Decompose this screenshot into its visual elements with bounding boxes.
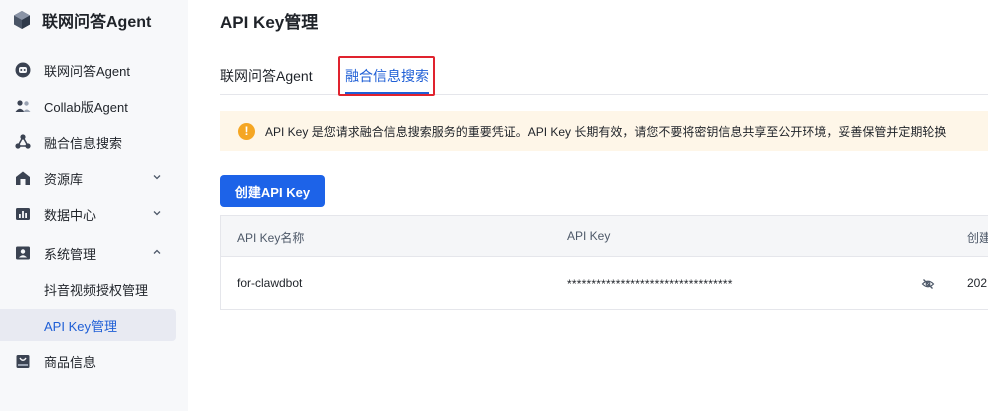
warning-icon: !: [238, 122, 255, 140]
table-header: API Key名称 API Key 创建: [221, 216, 988, 257]
notice-text: API Key 是您请求融合信息搜索服务的重要凭证。API Key 长期有效，请…: [265, 124, 947, 139]
tab-bar: 联网问答Agent 融合信息搜索: [220, 56, 988, 96]
nodes-icon: [14, 133, 32, 151]
chevron-down-icon: [153, 175, 161, 180]
chevron-up-icon: [153, 249, 161, 254]
tab-fusion-search[interactable]: 融合信息搜索: [345, 66, 429, 86]
sidebar-item-product-info[interactable]: 商品信息: [0, 345, 176, 377]
create-api-key-button[interactable]: 创建API Key: [220, 175, 325, 207]
api-key-table: API Key名称 API Key 创建 for-clawdbot ******…: [220, 215, 988, 310]
chevron-down-icon: [153, 211, 161, 216]
sidebar-item-label: Collab版Agent: [44, 99, 128, 115]
created-time: 202: [967, 276, 988, 290]
api-key-name: for-clawdbot: [237, 276, 303, 290]
logo-icon: [14, 11, 30, 29]
active-tab-indicator: [345, 92, 429, 94]
sidebar-item-resource-library[interactable]: 资源库: [0, 162, 176, 194]
sidebar-item-label: 资源库: [44, 171, 84, 187]
id-card-icon: [14, 244, 32, 262]
sidebar-item-label: 联网问答Agent: [44, 63, 130, 79]
sidebar-item-system-management[interactable]: 系统管理: [0, 237, 176, 269]
sidebar-item-fusion-search[interactable]: 融合信息搜索: [0, 126, 176, 158]
brand-name: 联网问答Agent: [42, 14, 152, 31]
sidebar-item-data-center[interactable]: 数据中心: [0, 198, 176, 230]
eye-off-icon[interactable]: [921, 277, 935, 291]
api-key-masked: **********************************: [567, 277, 733, 291]
sidebar-item-label: API Key管理: [44, 318, 117, 334]
users-icon: [14, 97, 32, 115]
sidebar-item-label: 抖音视频授权管理: [44, 282, 149, 298]
sidebar-item-douyin-auth[interactable]: 抖音视频授权管理: [0, 273, 176, 305]
sidebar: 联网问答Agent 联网问答Agent Collab版Agent 融合信息搜索 …: [0, 0, 188, 411]
sidebar-item-qa-agent[interactable]: 联网问答Agent: [0, 54, 176, 86]
tab-qa-agent[interactable]: 联网问答Agent: [220, 66, 313, 86]
chart-icon: [14, 205, 32, 223]
sidebar-item-collab-agent[interactable]: Collab版Agent: [0, 90, 176, 122]
notice-banner: ! API Key 是您请求融合信息搜索服务的重要凭证。API Key 长期有效…: [220, 111, 988, 151]
chat-bot-icon: [14, 61, 32, 79]
page-title: API Key管理: [220, 13, 319, 32]
sidebar-item-label: 数据中心: [44, 207, 97, 223]
sidebar-item-label: 融合信息搜索: [44, 135, 123, 151]
sidebar-item-label: 商品信息: [44, 354, 97, 370]
column-header-created: 创建: [967, 231, 988, 245]
sidebar-item-label: 系统管理: [44, 246, 97, 262]
column-header-name: API Key名称: [237, 231, 305, 245]
table-row: for-clawdbot ***************************…: [221, 257, 988, 309]
brand[interactable]: 联网问答Agent: [12, 8, 151, 32]
sidebar-item-api-key-management[interactable]: API Key管理: [0, 309, 176, 341]
home-icon: [14, 169, 32, 187]
column-header-key: API Key: [567, 229, 611, 243]
main-content: API Key管理 联网问答Agent 融合信息搜索 ! API Key 是您请…: [188, 0, 988, 411]
bag-icon: [14, 352, 32, 370]
